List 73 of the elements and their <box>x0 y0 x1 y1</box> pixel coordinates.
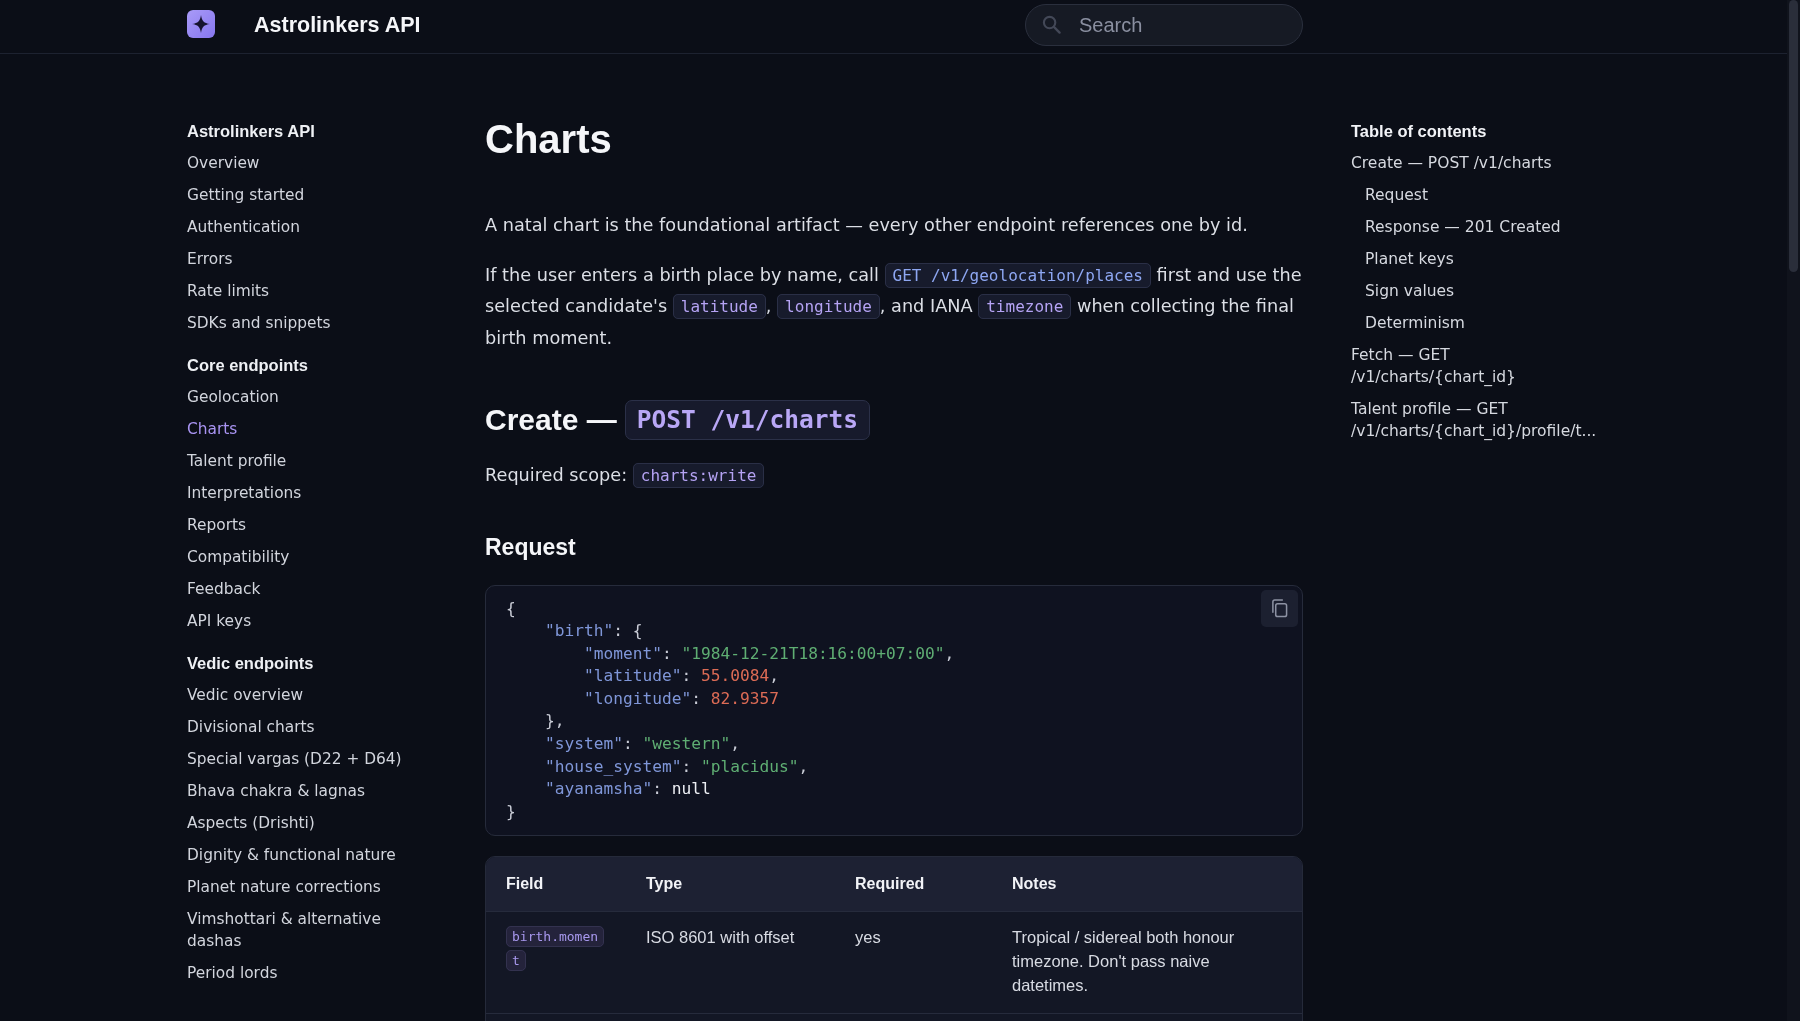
subsection-heading: Request <box>485 532 577 562</box>
toc-link[interactable]: Fetch — GET /v1/charts/{chart_id} <box>1351 339 1603 393</box>
nav-link[interactable]: Vimshottari & alternative dashas <box>187 903 419 957</box>
nav-link[interactable]: Vedic overview <box>187 679 419 711</box>
code-line: }, <box>543 710 565 733</box>
nav-link[interactable]: Reports <box>187 509 419 541</box>
nav-group-title: Vedic endpoints <box>187 653 315 674</box>
toc-link[interactable]: Response — 201 Created <box>1351 211 1603 243</box>
code-line: "birth": { <box>543 620 643 643</box>
code-line: } <box>506 800 516 823</box>
nav-link[interactable]: Charts <box>187 413 419 445</box>
code-link[interactable]: GET /v1/geolocation/places <box>884 262 1151 288</box>
toc-link[interactable]: Request <box>1351 179 1603 211</box>
nav-link[interactable]: Rate limits <box>187 275 419 307</box>
table-cell: ISO 8601 with offset <box>626 911 835 1014</box>
code-line: "longitude": 82.9357 <box>582 687 779 710</box>
toc-title: Table of contents <box>1351 121 1488 142</box>
nav-link[interactable]: Talent profile <box>187 445 419 477</box>
sparkle-logo-icon <box>187 10 215 38</box>
nav-link[interactable]: Getting started <box>187 179 419 211</box>
endpoint-code: POST /v1/charts <box>624 400 870 440</box>
paragraph: A natal chart is the foundational artifact — every other endpoint references one by id. <box>485 214 1249 237</box>
nav-link[interactable]: Geolocation <box>187 381 419 413</box>
inline-code: timezone <box>978 294 1072 319</box>
column-header: Notes <box>992 857 1302 912</box>
nav-link[interactable]: Period lords <box>187 957 419 989</box>
site-title: Astrolinkers API <box>254 12 421 38</box>
scrollbar-thumb[interactable] <box>1789 0 1798 272</box>
nav-group-title: Core endpoints <box>187 355 309 376</box>
toc-link[interactable]: Create — POST /v1/charts <box>1351 147 1603 179</box>
table-cell: yes <box>835 911 992 1014</box>
inline-code: birth.moment <box>506 924 606 973</box>
code-line: "house_system": "placidus", <box>543 755 809 778</box>
inline-code: charts:write <box>632 463 765 488</box>
nav-link[interactable]: Dignity & functional nature <box>187 839 419 871</box>
inline-code: longitude <box>777 294 880 319</box>
code-line: "latitude": 55.0084, <box>582 665 779 688</box>
copy-button[interactable] <box>1261 589 1298 627</box>
toc-link[interactable]: Determinism <box>1351 307 1603 339</box>
nav-link[interactable]: API keys <box>187 605 419 637</box>
nav-link[interactable]: Feedback <box>187 573 419 605</box>
page-title: Charts <box>485 116 613 163</box>
nav-link[interactable]: Special vargas (D22 + D64) <box>187 743 419 775</box>
nav-link[interactable]: Aspects (Drishti) <box>187 807 419 839</box>
section-heading: Create — <box>485 402 617 438</box>
code-line: "moment": "1984-12-21T18:16:00+07:00", <box>582 642 955 665</box>
column-header: Field <box>486 857 626 912</box>
nav-link[interactable]: Divisional charts <box>187 711 419 743</box>
toc-link[interactable]: Talent profile — GET /v1/charts/{chart_id}/profile/t... <box>1351 393 1603 447</box>
column-header: Required <box>835 857 992 912</box>
nav-link[interactable]: Authentication <box>187 211 419 243</box>
nav-link[interactable]: Errors <box>187 243 419 275</box>
nav-link[interactable]: Overview <box>187 147 419 179</box>
paragraph: If the user enters a birth place by name, call GET /v1/geolocation/places first and use the selected candidate's latitude , longitude , and IANA timezone when collecting the final birth moment. <box>485 261 1303 350</box>
inline-code: latitude <box>672 294 766 319</box>
search-field[interactable]: Search <box>1025 4 1303 46</box>
code-line: "ayanamsha": null <box>543 778 711 801</box>
copy-icon <box>1271 598 1288 618</box>
table-cell: Tropical / sidereal both honour timezone. Don't pass naive datetimes. <box>992 911 1302 1014</box>
toc-link[interactable]: Sign values <box>1351 275 1603 307</box>
scrollbar-track[interactable] <box>1787 0 1800 1021</box>
toc-link[interactable]: Planet keys <box>1351 243 1603 275</box>
nav-link[interactable]: SDKs and snippets <box>187 307 419 339</box>
paragraph: Required scope: charts:write <box>485 460 1303 492</box>
column-header: Type <box>626 857 835 912</box>
nav-link[interactable]: Compatibility <box>187 541 419 573</box>
nav-group-title: Astrolinkers API <box>187 121 316 142</box>
nav-link[interactable]: Interpretations <box>187 477 419 509</box>
code-line: "system": "western", <box>543 733 740 756</box>
search-icon <box>1042 15 1061 34</box>
nav-link[interactable]: Bhava chakra & lagnas <box>187 775 419 807</box>
nav-link[interactable]: Planet nature corrections <box>187 871 419 903</box>
code-line: { <box>506 597 516 620</box>
